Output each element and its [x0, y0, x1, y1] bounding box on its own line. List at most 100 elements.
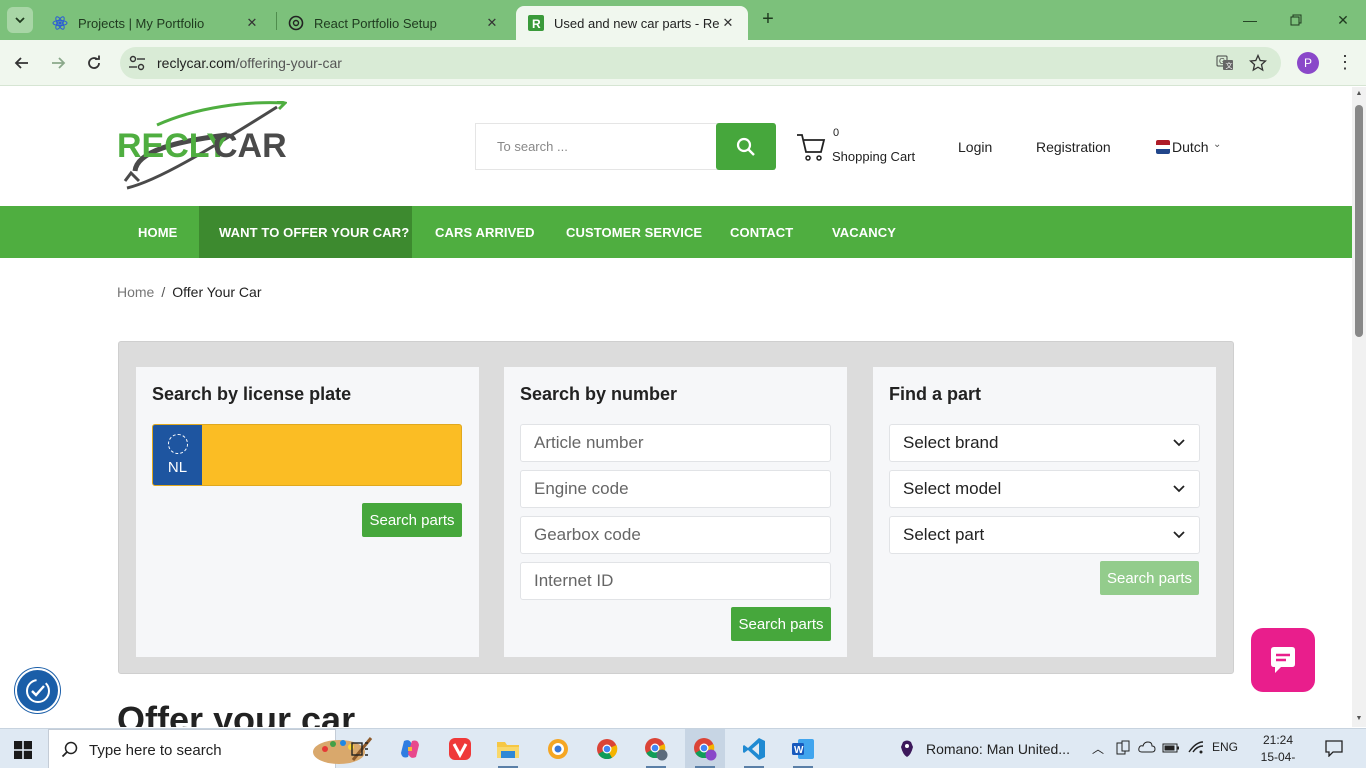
select-brand[interactable]: Select brand: [889, 424, 1200, 462]
scroll-down-icon[interactable]: ▼: [1355, 715, 1363, 723]
close-icon[interactable]: ✕: [244, 15, 260, 31]
word-icon: W: [792, 739, 814, 759]
bookmark-star-icon[interactable]: [1249, 54, 1267, 72]
breadcrumb: Home / Offer Your Car: [117, 284, 262, 300]
taskbar-vivaldi[interactable]: [440, 729, 480, 768]
taskbar-search-placeholder: Type here to search: [89, 742, 222, 759]
news-widget[interactable]: Romano: Man United...: [897, 739, 1070, 759]
nav-contact[interactable]: CONTACT: [730, 206, 793, 258]
browser-menu-icon[interactable]: ⋮: [1336, 52, 1354, 74]
breadcrumb-current: Offer Your Car: [172, 284, 262, 300]
engine-code-field[interactable]: Engine code: [520, 470, 831, 508]
card-title: Search by number: [520, 384, 678, 404]
system-clock[interactable]: 21:24 15-04-2025: [1250, 732, 1306, 768]
search-by-number-card: Search by number Article number Engine c…: [504, 367, 847, 657]
vivaldi-icon: [449, 738, 471, 760]
forward-button[interactable]: [46, 51, 70, 75]
url-domain: reclycar.com: [157, 55, 236, 71]
login-link[interactable]: Login: [958, 139, 992, 155]
site-info-icon[interactable]: [128, 55, 146, 71]
search-icon: [61, 741, 78, 758]
part-search-parts-button[interactable]: Search parts: [1100, 561, 1199, 595]
react-icon: [52, 15, 68, 31]
news-headline: Romano: Man United...: [926, 741, 1070, 757]
breadcrumb-home[interactable]: Home: [117, 284, 154, 300]
article-number-field[interactable]: Article number: [520, 424, 831, 462]
chevron-down-icon: [1173, 531, 1185, 539]
close-window-button[interactable]: ✕: [1331, 8, 1355, 32]
onedrive-cloud-icon[interactable]: [1138, 740, 1156, 757]
taskbar-chrome-profile-2[interactable]: [685, 729, 725, 768]
taskbar-copilot[interactable]: [390, 729, 430, 768]
cart-count: 0: [833, 127, 840, 139]
nav-offer-your-car[interactable]: WANT TO OFFER YOUR CAR?: [199, 206, 412, 258]
browser-icon: [548, 739, 568, 759]
page-content: RECLY CAR 0 Shopping Cart Login Registra…: [0, 87, 1352, 727]
scroll-thumb[interactable]: [1355, 105, 1363, 337]
address-bar[interactable]: reclycar.com/offering-your-car G文: [120, 47, 1281, 79]
nav-cars-arrived[interactable]: CARS ARRIVED: [435, 206, 535, 258]
browser-tab-bar: Projects | My Portfolio ✕ React Portfoli…: [0, 0, 1366, 40]
task-view-button[interactable]: [340, 729, 380, 768]
premier-league-icon: [901, 740, 913, 757]
copilot-icon: [401, 740, 419, 758]
tab-projects[interactable]: Projects | My Portfolio ✕: [40, 6, 272, 40]
eu-stars-icon: [168, 434, 188, 454]
chat-button[interactable]: [1251, 628, 1315, 692]
tray-app-icon[interactable]: [1116, 740, 1130, 759]
internet-id-field[interactable]: Internet ID: [520, 562, 831, 600]
close-icon[interactable]: ✕: [720, 15, 736, 31]
reload-button[interactable]: [82, 51, 106, 75]
taskbar-vscode[interactable]: [734, 729, 774, 768]
battery-icon[interactable]: [1162, 740, 1180, 757]
chevron-down-icon: [1173, 439, 1185, 447]
restore-button[interactable]: [1284, 8, 1308, 32]
gearbox-code-field[interactable]: Gearbox code: [520, 516, 831, 554]
new-tab-button[interactable]: +: [758, 8, 778, 32]
select-part[interactable]: Select part: [889, 516, 1200, 554]
translate-icon[interactable]: G文: [1216, 54, 1234, 72]
main-navigation: HOME WANT TO OFFER YOUR CAR? CARS ARRIVE…: [0, 206, 1352, 258]
registration-link[interactable]: Registration: [1036, 139, 1111, 155]
tray-overflow-chevron-icon[interactable]: ︿: [1092, 740, 1104, 757]
license-plate-input[interactable]: NL: [152, 424, 462, 486]
search-button[interactable]: [716, 123, 776, 170]
taskbar-word[interactable]: W: [783, 729, 823, 768]
tab-reclycar[interactable]: R Used and new car parts - Reclyc ✕: [516, 6, 748, 40]
svg-text:文: 文: [1226, 61, 1233, 70]
back-button[interactable]: [10, 51, 34, 75]
windows-start-icon[interactable]: [14, 741, 32, 759]
wifi-icon[interactable]: [1188, 740, 1204, 757]
language-selector[interactable]: Dutch: [1172, 139, 1209, 155]
shopping-cart-icon[interactable]: [796, 132, 826, 162]
select-model[interactable]: Select model: [889, 470, 1200, 508]
scroll-up-icon[interactable]: ▲: [1355, 90, 1363, 98]
input-language[interactable]: ENG: [1212, 740, 1238, 754]
nav-vacancy[interactable]: VACANCY: [832, 206, 896, 258]
search-input[interactable]: [476, 124, 716, 169]
arrow-right-icon: [52, 57, 66, 69]
eu-band: NL: [153, 425, 202, 485]
chevron-down-icon: ⌄: [1213, 139, 1222, 150]
taskbar-brave[interactable]: [538, 729, 578, 768]
accessibility-icon: [25, 678, 50, 703]
taskbar-chrome-profile-1[interactable]: [636, 729, 676, 768]
taskbar-chrome[interactable]: [587, 729, 627, 768]
close-icon[interactable]: ✕: [484, 15, 500, 31]
profile-avatar[interactable]: P: [1297, 52, 1319, 74]
shopping-cart-link[interactable]: Shopping Cart: [832, 149, 915, 164]
nav-customer-service[interactable]: CUSTOMER SERVICE: [566, 206, 702, 258]
notifications-icon[interactable]: [1325, 739, 1343, 760]
breadcrumb-separator: /: [161, 284, 166, 300]
nav-home[interactable]: HOME: [138, 206, 177, 258]
tab-search-button[interactable]: [7, 7, 33, 33]
taskbar-file-explorer[interactable]: [488, 729, 528, 768]
tab-react-setup[interactable]: React Portfolio Setup ✕: [276, 6, 512, 40]
minimize-button[interactable]: —: [1238, 8, 1262, 32]
plate-search-parts-button[interactable]: Search parts: [362, 503, 462, 537]
number-search-parts-button[interactable]: Search parts: [731, 607, 831, 641]
page-scrollbar[interactable]: ▲ ▼: [1352, 87, 1366, 727]
accessibility-button[interactable]: [15, 668, 60, 713]
taskbar-search[interactable]: Type here to search: [48, 729, 373, 768]
reclycar-logo[interactable]: RECLY CAR: [117, 99, 288, 193]
